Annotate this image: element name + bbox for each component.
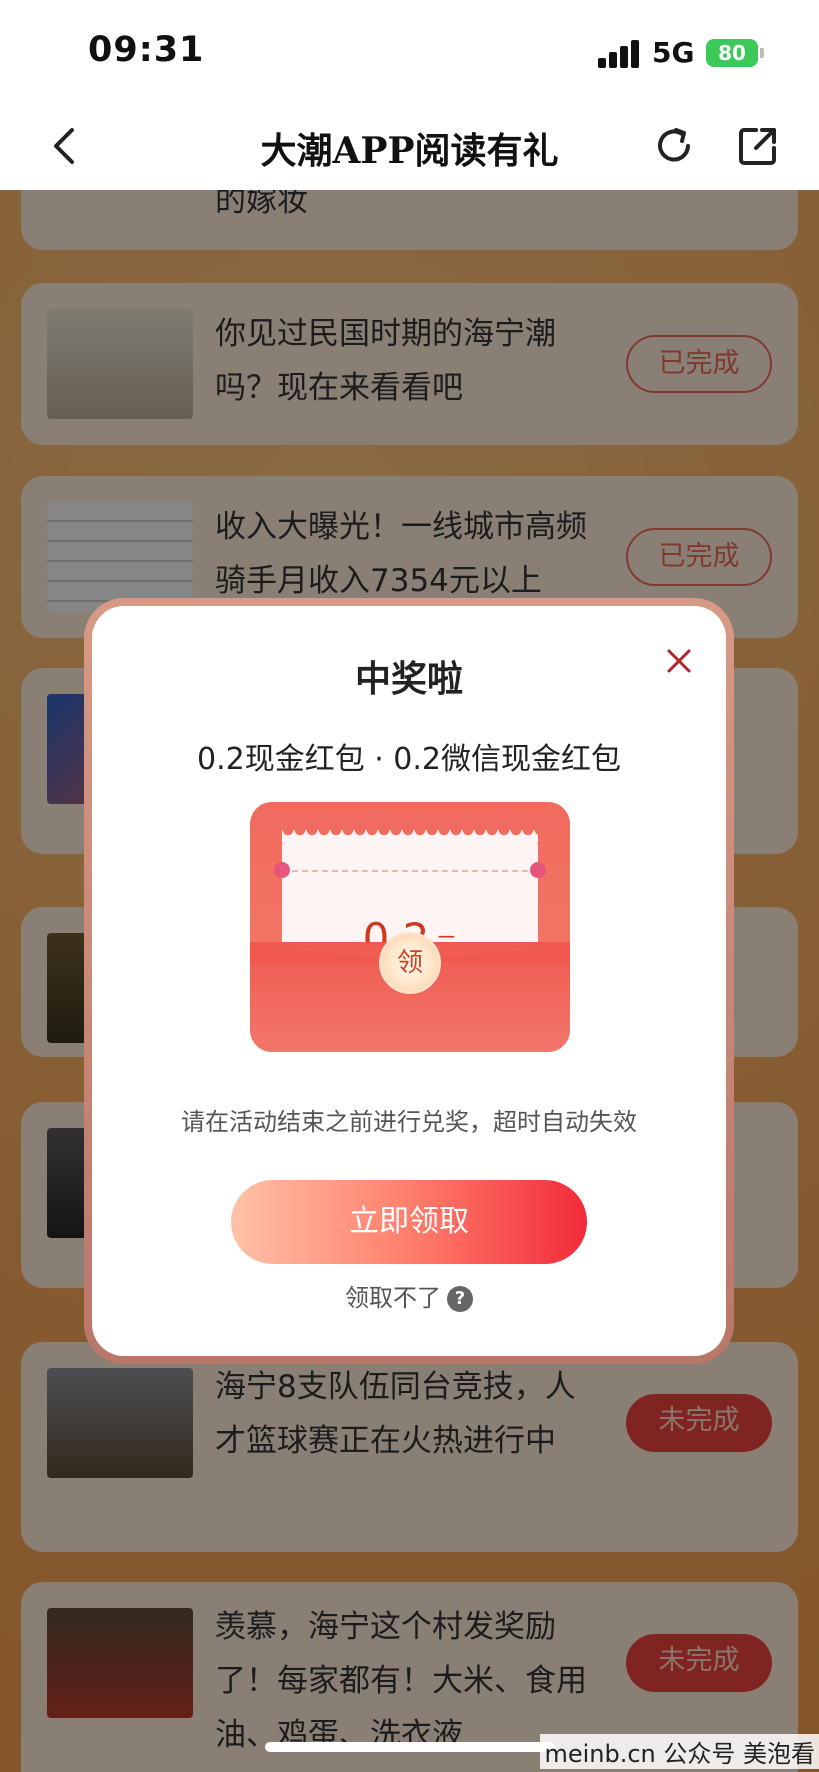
battery-icon: 80	[706, 39, 764, 67]
network-type: 5G	[652, 36, 695, 69]
nav-bar: 大潮APP阅读有礼	[0, 100, 819, 190]
red-envelope[interactable]: 0.2元 领	[250, 802, 570, 1052]
signal-icon	[598, 40, 640, 68]
page-title: 大潮APP阅读有礼	[260, 130, 559, 172]
share-icon[interactable]	[736, 124, 780, 168]
cannot-claim-link[interactable]: 领取不了?	[92, 1278, 726, 1313]
watermark: meinb.cn 公众号 美泡看	[540, 1734, 819, 1769]
claim-seal-button[interactable]: 领	[379, 932, 441, 994]
status-bar: 09:31 5G 80	[0, 0, 819, 100]
prize-dialog-body: 中奖啦 0.2现金红包 · 0.2微信现金红包 0.2元 领 请在活动	[92, 606, 726, 1356]
prize-dialog: 中奖啦 0.2现金红包 · 0.2微信现金红包 0.2元 领 请在活动	[84, 598, 734, 1364]
question-icon[interactable]: ?	[447, 1286, 473, 1312]
claim-now-button[interactable]: 立即领取	[231, 1180, 587, 1264]
home-indicator[interactable]	[265, 1742, 555, 1752]
dialog-title: 中奖啦	[354, 659, 463, 700]
status-time: 09:31	[88, 30, 205, 70]
cannot-claim-label: 领取不了	[345, 1284, 441, 1312]
expiry-notice: 请在活动结束之前进行兑奖，超时自动失效	[181, 1108, 637, 1136]
close-icon[interactable]	[664, 646, 694, 676]
refresh-icon[interactable]	[652, 124, 696, 168]
prize-label: 0.2现金红包 · 0.2微信现金红包	[196, 742, 622, 777]
